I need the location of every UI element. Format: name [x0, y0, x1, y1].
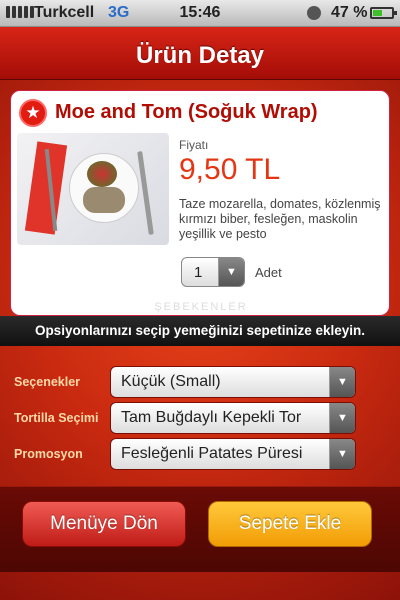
- tortilla-select[interactable]: Tam Buğdaylı Kepekli Tor ▼: [110, 402, 356, 434]
- chevron-down-icon: ▼: [329, 367, 355, 397]
- product-detail-screen: ★ Moe and Tom (Soğuk Wrap) Fiyatı 9,50 T…: [0, 80, 400, 600]
- product-description: Taze mozarella, domates, közlenmiş kırmı…: [179, 197, 381, 241]
- option-label: Promosyon: [14, 447, 83, 461]
- star-icon[interactable]: ★: [19, 99, 47, 127]
- option-label: Tortilla Seçimi: [14, 411, 99, 425]
- action-bar: Menüye Dön Sepete Ekle: [0, 486, 400, 572]
- option-value: Küçük (Small): [121, 373, 221, 390]
- add-to-cart-button[interactable]: Sepete Ekle: [208, 501, 372, 547]
- back-to-menu-button[interactable]: Menüye Dön: [22, 501, 186, 547]
- chevron-down-icon: ▼: [329, 439, 355, 469]
- battery-icon: [370, 7, 397, 19]
- chevron-down-icon: ▼: [218, 258, 244, 286]
- product-name: Moe and Tom (Soğuk Wrap): [55, 101, 318, 123]
- promotion-select[interactable]: Fesleğenli Patates Püresi ▼: [110, 438, 356, 470]
- quantity-select[interactable]: 1 ▼: [181, 257, 245, 287]
- option-row-variant: Seçenekler Küçük (Small) ▼: [0, 366, 400, 400]
- quantity-value: 1: [194, 264, 203, 281]
- option-value: Tam Buğdaylı Kepekli Tor: [121, 409, 302, 426]
- battery-level-fill: [373, 10, 383, 16]
- orientation-lock-icon: [307, 6, 321, 20]
- battery-percent: 47 %: [331, 4, 368, 21]
- option-row-promotion: Promosyon Fesleğenli Patates Püresi ▼: [0, 438, 400, 472]
- option-row-tortilla: Tortilla Seçimi Tam Buğdaylı Kepekli Tor…: [0, 402, 400, 436]
- product-card: ★ Moe and Tom (Soğuk Wrap) Fiyatı 9,50 T…: [10, 90, 390, 316]
- option-value: Fesleğenli Patates Püresi: [121, 445, 303, 462]
- navigation-bar: Ürün Detay: [0, 27, 400, 80]
- watermark: ŞEBEKENLER: [154, 301, 248, 313]
- product-price: 9,50 TL: [179, 153, 281, 186]
- chevron-down-icon: ▼: [329, 403, 355, 433]
- quantity-unit: Adet: [255, 265, 282, 280]
- status-bar: Turkcell 3G 15:46 47 %: [0, 0, 400, 27]
- price-label: Fiyatı: [179, 138, 209, 152]
- page-title: Ürün Detay: [135, 42, 265, 69]
- option-label: Seçenekler: [14, 375, 81, 389]
- instruction-banner: Opsiyonlarınızı seçip yemeğinizi sepetin…: [0, 316, 400, 346]
- product-image: [17, 133, 169, 245]
- variant-select[interactable]: Küçük (Small) ▼: [110, 366, 356, 398]
